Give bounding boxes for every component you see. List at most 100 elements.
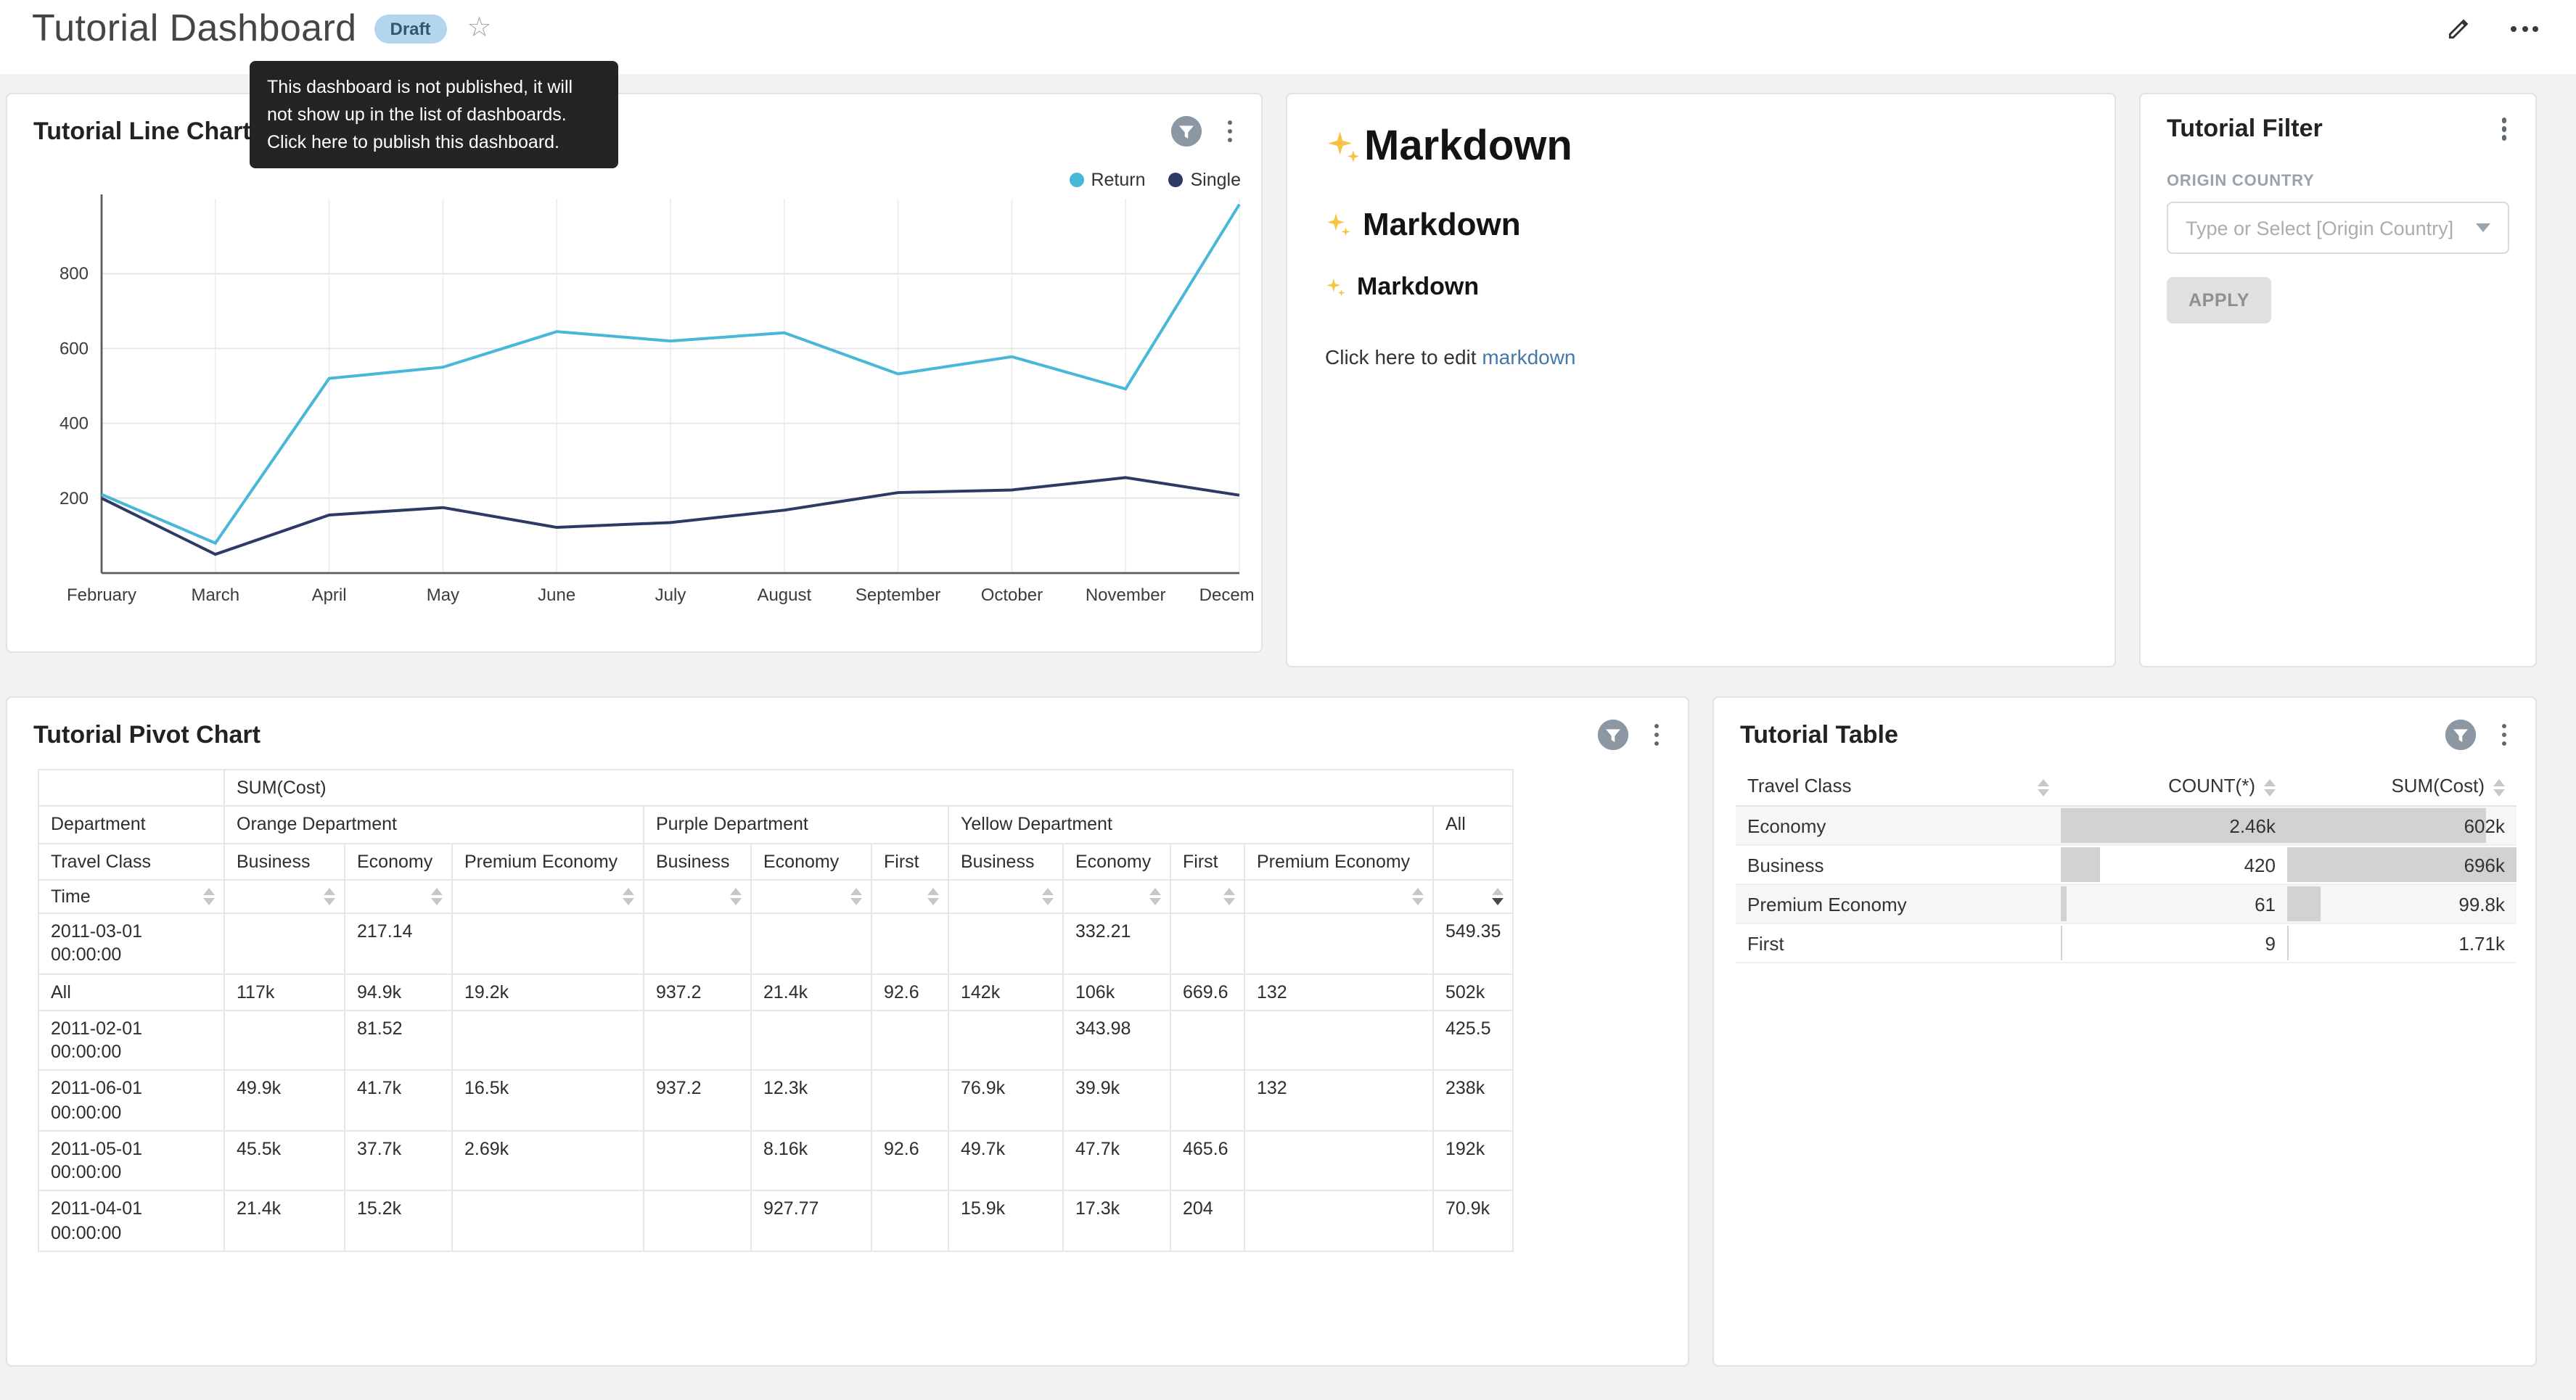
pivot-subcol-label: Premium Economy	[1244, 843, 1433, 880]
markdown-h3: Markdown	[1325, 273, 2077, 302]
sort-icon[interactable]	[324, 885, 335, 905]
pivot-row-header: 2011-05-01 00:00:00	[38, 1131, 224, 1191]
sort-icon[interactable]	[2493, 775, 2505, 796]
sort-icon[interactable]	[1412, 885, 1424, 905]
svg-text:March: March	[191, 585, 239, 605]
sparkles-icon	[1325, 128, 1363, 166]
filter-card: Tutorial Filter ORIGIN COUNTRY Type or S…	[2139, 93, 2537, 667]
markdown-h2: Markdown	[1325, 206, 2077, 244]
pivot-metric-label: SUM(Cost)	[224, 770, 1513, 807]
pivot-group-row: DepartmentOrange DepartmentPurple Depart…	[38, 807, 1513, 844]
page-title: Tutorial Dashboard	[32, 6, 357, 51]
pivot-row-header: 2011-03-01 00:00:00	[38, 913, 224, 973]
pivot-subcol-label: Business	[644, 843, 751, 880]
pivot-cell: 15.9k	[948, 1191, 1063, 1251]
data-table-wrap: Travel ClassCOUNT(*)SUM(Cost) Economy2.4…	[1714, 752, 2535, 963]
travel-class-cell: First	[1736, 932, 1784, 954]
sort-icon[interactable]	[1223, 885, 1235, 905]
pivot-cell	[1170, 1010, 1244, 1071]
sort-icon[interactable]	[1492, 885, 1504, 905]
pivot-subcol-label: First	[1170, 843, 1244, 880]
svg-text:200: 200	[60, 489, 89, 508]
edit-icon[interactable]	[2445, 15, 2473, 42]
svg-text:800: 800	[60, 264, 89, 284]
pivot-row-dimension: Travel Class	[38, 843, 224, 880]
pivot-cell: 21.4k	[751, 973, 871, 1010]
pivot-cell	[224, 913, 345, 973]
kebab-menu-icon[interactable]	[1648, 721, 1665, 749]
pivot-cell: 21.4k	[224, 1191, 345, 1251]
svg-text:July: July	[655, 585, 686, 605]
filter-indicator-icon[interactable]	[1596, 718, 1629, 752]
col-header-travel-class[interactable]: Travel Class	[1736, 766, 2061, 806]
card-header: Tutorial Filter	[2141, 94, 2535, 144]
sort-icon[interactable]	[623, 885, 634, 905]
markdown-link[interactable]: markdown	[1482, 345, 1575, 368]
pivot-cell: 70.9k	[1433, 1191, 1513, 1251]
more-icon[interactable]	[2511, 20, 2538, 37]
pivot-cell: 937.2	[644, 1071, 751, 1131]
sparkles-icon	[1325, 211, 1353, 239]
svg-text:October: October	[981, 585, 1043, 605]
filter-indicator-icon[interactable]	[1169, 115, 1202, 148]
pivot-chart-card: Tutorial Pivot Chart SUM(Cost)Department…	[6, 696, 1689, 1367]
pivot-cell	[1244, 1191, 1433, 1251]
col-header-sum-cost[interactable]: SUM(Cost)	[2287, 766, 2516, 806]
pivot-subcol-label: Economy	[751, 843, 871, 880]
sort-icon[interactable]	[927, 885, 939, 905]
svg-text:400: 400	[60, 414, 89, 434]
kebab-menu-icon[interactable]	[2495, 115, 2512, 144]
pivot-cell: 94.9k	[345, 973, 452, 1010]
pivot-cell: 92.6	[871, 1131, 948, 1191]
sort-icon[interactable]	[730, 885, 742, 905]
pivot-row-header: 2011-06-01 00:00:00	[38, 1071, 224, 1131]
kebab-menu-icon[interactable]	[1221, 118, 1238, 146]
pivot-cell: 47.7k	[1063, 1131, 1170, 1191]
table-row: Premium Economy6199.8k	[1736, 884, 2516, 923]
sort-icon[interactable]	[850, 885, 862, 905]
publish-tooltip: This dashboard is not published, it will…	[250, 61, 618, 169]
pivot-cell: 37.7k	[345, 1131, 452, 1191]
line-chart-card: Tutorial Line Chart ReturnSingle 2004006…	[6, 93, 1263, 653]
sum-bar	[2287, 886, 2320, 921]
favorite-star-icon[interactable]: ☆	[467, 15, 492, 42]
legend-dot-icon	[1069, 173, 1083, 187]
table-header-row: Travel ClassCOUNT(*)SUM(Cost)	[1736, 766, 2516, 806]
sort-icon[interactable]	[2038, 775, 2049, 796]
sum-cost-cell: 99.8k	[2458, 893, 2516, 915]
sort-icon[interactable]	[1149, 885, 1161, 905]
travel-class-cell: Economy	[1736, 815, 1826, 836]
apply-button[interactable]: APPLY	[2167, 277, 2271, 324]
sum-bar	[2287, 808, 2485, 843]
line-chart[interactable]: 200400600800FebruaryMarchAprilMayJuneJul…	[17, 187, 1254, 625]
pivot-cell: 192k	[1433, 1131, 1513, 1191]
sort-icon[interactable]	[2264, 775, 2276, 796]
pivot-cell: 425.5	[1433, 1010, 1513, 1071]
count-bar	[2061, 886, 2067, 921]
sum-cost-cell: 1.71k	[2458, 932, 2516, 954]
chevron-down-icon	[2476, 223, 2490, 232]
pivot-cell	[948, 1010, 1063, 1071]
table-card: Tutorial Table Travel ClassCOUNT(*)SUM(C…	[1712, 696, 2537, 1367]
pivot-cell	[644, 1010, 751, 1071]
pivot-cell: 45.5k	[224, 1131, 345, 1191]
origin-country-select[interactable]: Type or Select [Origin Country]	[2167, 202, 2509, 254]
pivot-table-wrap: SUM(Cost)DepartmentOrange DepartmentPurp…	[7, 752, 1688, 1252]
kebab-menu-icon[interactable]	[2495, 721, 2512, 749]
pivot-cell	[224, 1010, 345, 1071]
sort-icon[interactable]	[1042, 885, 1054, 905]
pivot-subcol-label: Premium Economy	[452, 843, 644, 880]
col-header-count[interactable]: COUNT(*)	[2061, 766, 2287, 806]
pivot-cell	[871, 1010, 948, 1071]
pivot-cell	[644, 1131, 751, 1191]
sum-bar	[2287, 926, 2288, 960]
sort-icon[interactable]	[431, 885, 443, 905]
count-cell: 61	[2255, 893, 2287, 915]
pivot-group-label: Orange Department	[224, 807, 644, 844]
sort-icon[interactable]	[203, 885, 215, 905]
filter-indicator-icon[interactable]	[2443, 718, 2477, 752]
pivot-cell	[751, 913, 871, 973]
pivot-cell	[871, 1191, 948, 1251]
status-badge[interactable]: Draft	[374, 14, 447, 43]
pivot-cell	[1170, 913, 1244, 973]
